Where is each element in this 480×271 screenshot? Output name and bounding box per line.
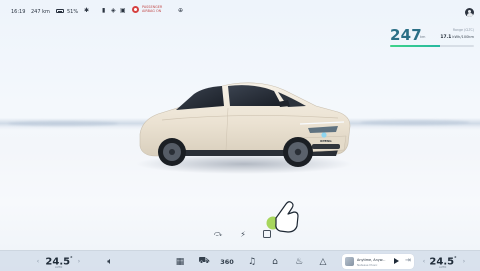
door-lock-icon[interactable] xyxy=(263,230,271,238)
left-temp-down-icon[interactable]: ‹ xyxy=(34,251,42,271)
camera-360-button[interactable]: 360 xyxy=(219,251,235,271)
passenger-airbag-indicator: PASSENGER AIRBAG ON xyxy=(132,5,162,13)
distant-landscape-left xyxy=(8,121,118,126)
dashcam-icon: ▣ xyxy=(120,7,126,14)
car-rear-wheel xyxy=(158,138,186,166)
status-range: 247 km xyxy=(31,9,50,15)
signal-icon: ▮ xyxy=(102,7,106,14)
range-unit: km xyxy=(420,35,426,39)
album-art xyxy=(345,257,354,266)
bluetooth-icon: ✱ xyxy=(84,7,90,14)
volume-icon[interactable]: 🔈︎ xyxy=(104,251,116,271)
airbag-icon xyxy=(132,5,139,13)
car-badge: XPENG xyxy=(320,139,332,143)
car-side-window xyxy=(176,86,224,110)
car-lower-grille xyxy=(312,144,340,149)
navigation-arrow-icon[interactable]: △ xyxy=(316,251,330,271)
home-icon[interactable]: ⌂ xyxy=(268,251,282,271)
media-player[interactable]: Anytime, Anyw... Netease Music ⇥ xyxy=(342,254,414,269)
left-temp-up-icon[interactable]: › xyxy=(75,251,83,271)
vehicle-model[interactable]: XPENG xyxy=(132,72,362,178)
battery-percent: 51% xyxy=(67,9,79,15)
user-avatar-icon[interactable] xyxy=(465,8,474,17)
settings-gear-icon[interactable]: ⊕ xyxy=(178,8,183,14)
battery-icon xyxy=(56,9,64,13)
range-bar xyxy=(390,45,474,47)
right-temp-up-icon[interactable]: › xyxy=(460,251,468,271)
charge-port-icon[interactable]: ⚡ xyxy=(237,228,249,240)
energy-consumption: 17.1 kWh/100km xyxy=(440,35,474,40)
range-caption: Range (CLTC) xyxy=(452,28,474,32)
apps-grid-icon[interactable]: ▦ xyxy=(174,251,186,271)
car-icon[interactable]: ⛟ xyxy=(197,251,211,271)
driver-temp-unit: ° xyxy=(70,255,73,262)
media-title: Anytime, Anyw... xyxy=(357,257,386,262)
trunk-icon[interactable]: ⤼ xyxy=(212,228,224,240)
driver-temp-mode: AUTO xyxy=(55,266,63,269)
status-bar: 16:19 247 km 51% ✱ ▮ ◈ ▣ PASSENGER AIRBA… xyxy=(0,0,480,22)
range-value: 247 xyxy=(390,26,422,44)
range-widget[interactable]: 247 km Range (CLTC) 17.1 kWh/100km xyxy=(388,26,474,50)
media-artist: Netease Music xyxy=(357,262,378,267)
right-temp-down-icon[interactable]: ‹ xyxy=(420,251,428,271)
wifi-icon: ◈ xyxy=(111,7,116,14)
bottom-dock: ‹ 24.5° AUTO › 🔈︎ ▦ ⛟ 360 ♫ ⌂ ♨ △ Anytim… xyxy=(0,250,480,271)
car-drl xyxy=(321,132,327,138)
passenger-temp-unit: ° xyxy=(454,255,457,262)
music-note-icon[interactable]: ♫ xyxy=(246,251,258,271)
clock: 16:19 xyxy=(11,9,26,15)
skip-next-icon[interactable]: ⇥ xyxy=(405,256,411,264)
car-front-wheel xyxy=(283,137,313,167)
climate-icon[interactable]: ♨ xyxy=(292,251,306,271)
airbag-line2: AIRBAG ON xyxy=(142,9,162,14)
passenger-temp-mode: AUTO xyxy=(439,266,447,269)
consumption-value: 17.1 xyxy=(440,35,452,40)
distant-landscape-right xyxy=(360,120,470,125)
consumption-unit: kWh/100km xyxy=(452,35,474,39)
range-bar-fill xyxy=(390,45,441,47)
play-icon[interactable] xyxy=(394,258,399,264)
